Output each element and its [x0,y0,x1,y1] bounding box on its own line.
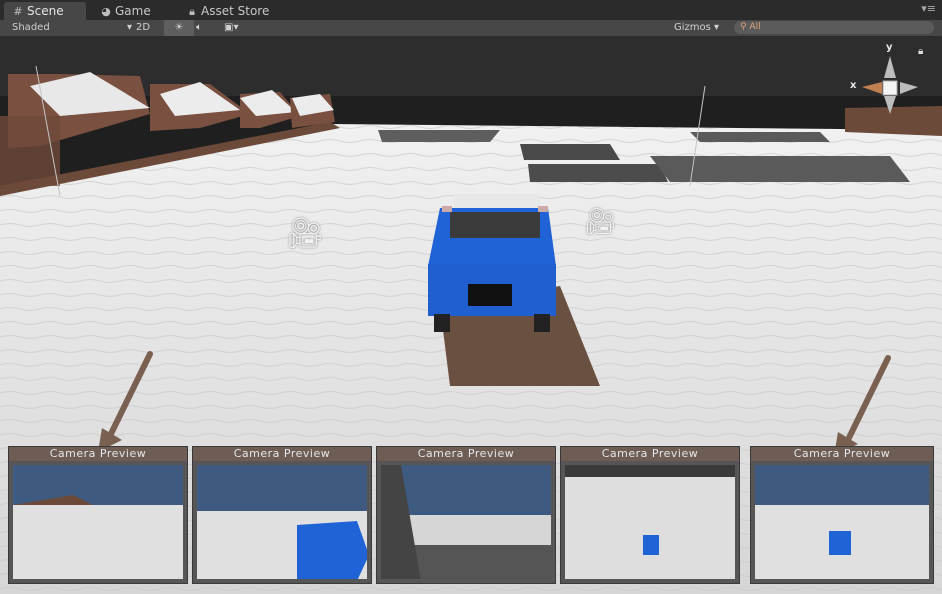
tab-scene[interactable]: # Scene [4,2,86,20]
camera-preview-title: Camera Preview [9,447,187,461]
lighting-toggle[interactable]: ☀ [164,20,194,36]
lock-icon: 🔒︎ [189,5,195,18]
camera-preview-panel: Camera Preview [376,446,556,584]
search-placeholder: All [749,22,761,32]
pacman-icon: ◕ [101,5,111,18]
camera-preview-image [565,465,735,579]
lock-icon[interactable]: 🔒︎ [918,44,923,60]
tab-asset-store-label: Asset Store [201,4,270,18]
tab-asset-store[interactable]: 🔒︎ Asset Store [178,2,278,20]
shading-mode-label: Shaded [12,22,50,33]
camera-preview-title: Camera Preview [193,447,371,461]
gizmos-dropdown[interactable]: Gizmos ▾ [670,20,723,36]
car-model [428,194,556,332]
scene-view[interactable]: y x 🔒︎ 🎥︎ 🎥︎ Camera Preview Camera Previ… [0,36,942,594]
audio-toggle[interactable]: 🔈︎ [192,20,206,36]
camera-gizmo-icon[interactable]: 🎥︎ [584,207,617,237]
camera-preview-image [13,465,183,579]
camera-preview-image [197,465,367,579]
search-icon: ⚲ [740,22,747,32]
toggle-2d-label: 2D [136,22,151,33]
tab-game-label: Game [115,4,151,18]
arrow-annotation [98,351,153,452]
effects-dropdown[interactable]: ▣▾ [220,20,242,36]
gizmo-x-label[interactable]: x [850,80,856,91]
scene-search-input[interactable]: ⚲ All [734,21,934,34]
grid-icon: # [13,5,23,18]
shading-mode-dropdown[interactable]: Shaded ▾ [8,20,134,36]
camera-preview-title: Camera Preview [561,447,739,461]
camera-preview-image [381,465,551,579]
camera-gizmo-icon[interactable]: 🎥︎ [286,219,324,249]
gizmos-label: Gizmos [674,22,711,33]
toggle-2d-button[interactable]: 2D [132,20,154,36]
camera-preview-title: Camera Preview [377,447,555,461]
camera-preview-panel: Camera Preview [560,446,740,584]
tab-game[interactable]: ◕ Game [92,2,172,20]
gizmo-y-label[interactable]: y [886,42,893,53]
camera-preview-panel: Camera Preview [192,446,372,584]
image-icon: ▣▾ [224,22,239,33]
tab-menu-icon[interactable]: ▾≡ [921,2,936,15]
editor-tab-bar: # Scene ◕ Game 🔒︎ Asset Store ▾≡ [0,0,942,21]
camera-preview-image [755,465,929,579]
scene-toolbar: Shaded ▾ 2D ☀ 🔈︎ ▣▾ Gizmos ▾ ⚲ All [0,20,942,36]
camera-preview-panel: Camera Preview [8,446,188,584]
camera-preview-title: Camera Preview [751,447,933,461]
camera-preview-panel: Camera Preview [750,446,934,584]
speaker-icon: 🔈︎ [196,22,202,33]
tab-scene-label: Scene [27,4,64,18]
sun-icon: ☀ [174,22,184,33]
